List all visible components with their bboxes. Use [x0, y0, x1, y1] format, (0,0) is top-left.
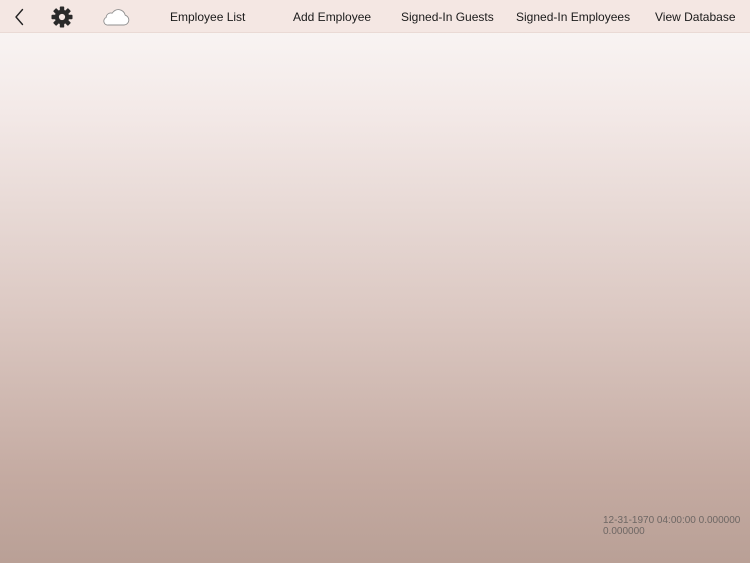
cloud-icon[interactable]: [100, 0, 132, 33]
top-toolbar: Employee List Add Employee Signed-In Gue…: [0, 0, 750, 33]
chevron-left-icon[interactable]: [8, 0, 30, 33]
nav-view-database[interactable]: View Database: [655, 0, 736, 33]
nav-add-employee[interactable]: Add Employee: [293, 0, 371, 33]
nav-signed-in-guests[interactable]: Signed-In Guests: [401, 0, 494, 33]
gear-icon[interactable]: [50, 0, 74, 33]
nav-employee-list[interactable]: Employee List: [170, 0, 245, 33]
timestamp-label: 12-31-1970 04:00:00 0.000000 0.000000: [603, 515, 741, 537]
nav-signed-in-employees[interactable]: Signed-In Employees: [516, 0, 630, 33]
